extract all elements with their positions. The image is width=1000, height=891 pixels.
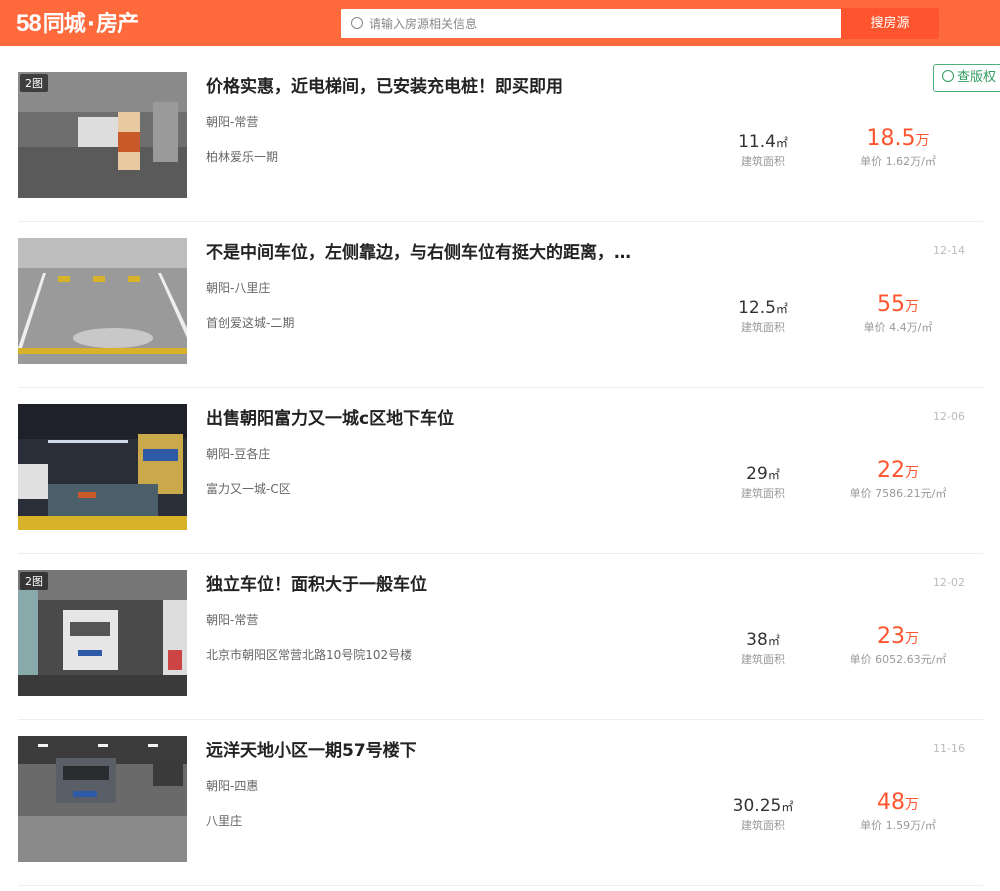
area-label: 建筑面积	[741, 819, 785, 832]
listing-photo[interactable]: 2图	[18, 570, 187, 696]
area-label: 建筑面积	[741, 487, 785, 500]
listing-title[interactable]: 价格实惠，近电梯间，已安装充电桩！即买即用	[206, 72, 563, 97]
listing-title[interactable]: 独立车位！面积大于一般车位	[206, 570, 427, 595]
listing-district: 朝阳-常营	[206, 613, 259, 627]
site-logo[interactable]: 58 同城 · 房产	[16, 6, 139, 37]
listing-date: 12-06	[933, 410, 965, 423]
listing-photo[interactable]	[18, 404, 187, 530]
logo-number: 58	[16, 10, 42, 37]
listing-address: 北京市朝阳区常营北路10号院102号楼	[206, 648, 413, 662]
area-unit: ㎡	[775, 136, 788, 150]
logo-section: 房产	[96, 12, 139, 37]
listing-title[interactable]: 不是中间车位，左侧靠边，与右侧车位有挺大的距离，…	[206, 238, 631, 263]
area-value: 12.5	[738, 298, 776, 318]
area-value: 29	[746, 464, 768, 484]
listing-address: 八里庄	[206, 814, 243, 828]
listing-item[interactable]: 出售朝阳富力又一城c区地下车位 12-06 朝阳-豆各庄 富力又一城-C区 29…	[18, 388, 983, 554]
listing-date: 12-14	[933, 244, 965, 257]
listing-price: 48万 单价 1.59万/㎡	[833, 790, 963, 833]
listing-area: 12.5㎡ 建筑面积	[708, 298, 818, 335]
listing-address: 柏林爱乐一期	[206, 150, 279, 164]
listing-area: 11.4㎡ 建筑面积	[708, 132, 818, 169]
price-value: 55	[877, 292, 905, 317]
area-unit: ㎡	[767, 634, 780, 648]
top-header: 58 同城 · 房产 搜房源	[0, 0, 1000, 46]
price-value: 22	[877, 458, 905, 483]
listing-item[interactable]: 不是中间车位，左侧靠边，与右侧车位有挺大的距离，… 12-14 朝阳-八里庄 首…	[18, 222, 983, 388]
logo-dot: ·	[86, 12, 95, 37]
listing-district: 朝阳-豆各庄	[206, 447, 271, 461]
listing-date: 11-16	[933, 742, 965, 755]
price-value: 23	[877, 624, 905, 649]
listing-title[interactable]: 远洋天地小区一期57号楼下	[206, 736, 417, 761]
photo-count-badge: 2图	[20, 74, 48, 92]
listing-price: 55万 单价 4.4万/㎡	[833, 292, 963, 335]
price-unit: 万	[905, 465, 919, 481]
area-unit: ㎡	[775, 302, 788, 316]
search-input[interactable]	[369, 13, 839, 35]
area-label: 建筑面积	[741, 155, 785, 168]
listing-item[interactable]: 2图 独立车位！面积大于一般车位 12-02 朝阳-常营 北京市朝阳区常营北路1…	[18, 554, 983, 720]
unit-price: 单价 1.62万/㎡	[860, 155, 936, 168]
price-value: 18.5	[866, 126, 916, 151]
listing-photo[interactable]	[18, 736, 187, 862]
listing-price: 23万 单价 6052.63元/㎡	[833, 624, 963, 667]
listing-title[interactable]: 出售朝阳富力又一城c区地下车位	[206, 404, 454, 429]
unit-price: 单价 7586.21元/㎡	[849, 487, 947, 500]
listing-area: 38㎡ 建筑面积	[708, 630, 818, 667]
price-unit: 万	[905, 631, 919, 647]
area-value: 11.4	[738, 132, 776, 152]
listing-list: 2图 价格实惠，近电梯间，已安装充电桩！即买即用 朝阳-常营 柏林爱乐一期 11…	[18, 56, 983, 886]
area-unit: ㎡	[781, 800, 794, 814]
price-value: 48	[877, 790, 905, 815]
price-unit: 万	[915, 133, 930, 149]
listing-area: 30.25㎡ 建筑面积	[708, 796, 818, 833]
search-icon	[351, 17, 363, 29]
listing-item[interactable]: 远洋天地小区一期57号楼下 11-16 朝阳-四惠 八里庄 30.25㎡ 建筑面…	[18, 720, 983, 886]
logo-text: 同城	[42, 12, 86, 37]
area-unit: ㎡	[767, 468, 780, 482]
listing-district: 朝阳-四惠	[206, 779, 259, 793]
listing-photo[interactable]	[18, 238, 187, 364]
unit-price: 单价 1.59万/㎡	[860, 819, 936, 832]
price-unit: 万	[905, 797, 919, 813]
area-value: 38	[746, 630, 768, 650]
price-unit: 万	[905, 299, 919, 315]
listing-district: 朝阳-常营	[206, 115, 259, 129]
listing-price: 18.5万 单价 1.62万/㎡	[833, 126, 963, 169]
listing-address: 首创爱这城-二期	[206, 316, 295, 330]
listing-date: 12-02	[933, 576, 965, 589]
listing-photo[interactable]: 2图	[18, 72, 187, 198]
search-bar: 搜房源	[340, 8, 940, 39]
unit-price: 单价 4.4万/㎡	[863, 321, 933, 334]
area-value: 30.25	[732, 796, 782, 816]
photo-count-badge: 2图	[20, 572, 48, 590]
listing-area: 29㎡ 建筑面积	[708, 464, 818, 501]
listing-item[interactable]: 2图 价格实惠，近电梯间，已安装充电桩！即买即用 朝阳-常营 柏林爱乐一期 11…	[18, 56, 983, 222]
area-label: 建筑面积	[741, 321, 785, 334]
listing-district: 朝阳-八里庄	[206, 281, 271, 295]
search-button[interactable]: 搜房源	[841, 8, 939, 39]
listing-price: 22万 单价 7586.21元/㎡	[833, 458, 963, 501]
area-label: 建筑面积	[741, 653, 785, 666]
unit-price: 单价 6052.63元/㎡	[849, 653, 947, 666]
listing-address: 富力又一城-C区	[206, 482, 291, 496]
